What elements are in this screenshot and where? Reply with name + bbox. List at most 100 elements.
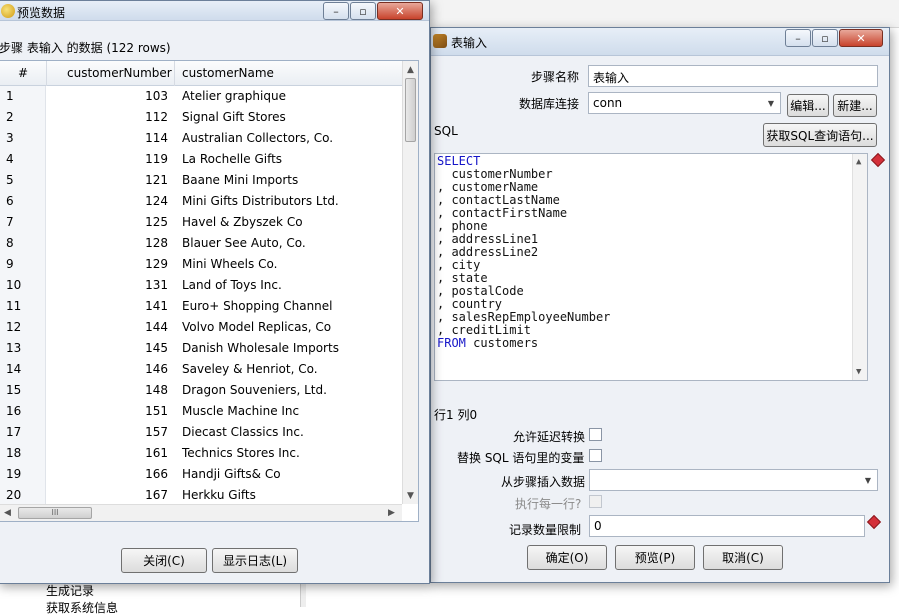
row-index-cell: 18 bbox=[6, 446, 22, 460]
customer-name-cell: Australian Collectors, Co. bbox=[182, 131, 334, 145]
preview-data-dialog: 预览数据 – ▫ ✕ 步骤 表输入 的数据 (122 rows) # custo… bbox=[0, 0, 430, 584]
customer-name-cell: Baane Mini Imports bbox=[182, 173, 299, 187]
row-index-cell: 3 bbox=[6, 131, 14, 145]
table-row[interactable]: 19 166 Handji Gifts& Co bbox=[0, 464, 402, 485]
tree-item-get-system-info[interactable]: 获取系统信息 bbox=[46, 599, 118, 616]
customer-number-cell: 167 bbox=[145, 488, 168, 502]
replace-variables-label: 替换 SQL 语句里的变量 bbox=[457, 451, 585, 465]
replace-variables-checkbox[interactable] bbox=[589, 449, 602, 462]
table-input-icon bbox=[433, 34, 447, 48]
table-row[interactable]: 20 167 Herkku Gifts bbox=[0, 485, 402, 506]
sql-editor[interactable]: SELECT customerNumber, customerName, con… bbox=[434, 153, 868, 381]
edit-connection-button[interactable]: 编辑... bbox=[787, 94, 829, 117]
table-row[interactable]: 9 129 Mini Wheels Co. bbox=[0, 254, 402, 275]
maximize-button[interactable]: ▫ bbox=[812, 29, 838, 47]
customer-name-cell: Saveley & Henriot, Co. bbox=[182, 362, 318, 376]
sql-text-fragment: , state bbox=[437, 271, 488, 285]
customer-number-cell: 146 bbox=[145, 362, 168, 376]
preview-data-grid[interactable]: # customerNumber customerName 1 103 Atelie… bbox=[0, 60, 419, 522]
cancel-button[interactable]: 取消(C) bbox=[703, 545, 783, 570]
table-row[interactable]: 4 119 La Rochelle Gifts bbox=[0, 149, 402, 170]
insert-from-step-select[interactable]: ▼ bbox=[589, 469, 878, 491]
customer-number-cell: 131 bbox=[145, 278, 168, 292]
sql-vertical-scrollbar[interactable]: ▲ ▼ bbox=[852, 154, 867, 380]
close-window-button[interactable]: ✕ bbox=[839, 29, 883, 47]
grid-horizontal-scrollbar[interactable]: ◀ III ▶ bbox=[0, 504, 402, 521]
table-row[interactable]: 1 103 Atelier graphique bbox=[0, 86, 402, 107]
row-index-cell: 16 bbox=[6, 404, 22, 418]
table-row[interactable]: 2 112 Signal Gift Stores bbox=[0, 107, 402, 128]
table-row[interactable]: 13 145 Danish Wholesale Imports bbox=[0, 338, 402, 359]
minimize-button[interactable]: – bbox=[785, 29, 811, 47]
step-name-input[interactable]: 表输入 bbox=[588, 65, 878, 87]
horizontal-scroll-thumb[interactable]: III bbox=[18, 507, 92, 519]
show-log-button[interactable]: 显示日志(L) bbox=[212, 548, 298, 573]
customer-name-cell: Technics Stores Inc. bbox=[182, 446, 300, 460]
customer-name-cell: Havel & Zbyszek Co bbox=[182, 215, 303, 229]
customer-name-cell: Land of Toys Inc. bbox=[182, 278, 282, 292]
row-index-cell: 17 bbox=[6, 425, 22, 439]
limit-input[interactable]: 0 bbox=[589, 515, 865, 537]
db-connection-label: 数据库连接 bbox=[519, 97, 580, 111]
background-step-tree: 生成记录 获取系统信息 bbox=[0, 580, 300, 615]
table-input-titlebar[interactable]: 表输入 – ▫ ✕ bbox=[431, 28, 889, 56]
db-connection-value: conn bbox=[593, 96, 623, 110]
sql-variable-marker-icon bbox=[870, 152, 886, 168]
table-row[interactable]: 10 131 Land of Toys Inc. bbox=[0, 275, 402, 296]
execute-each-row-label: 执行每一行? bbox=[515, 497, 582, 511]
table-row[interactable]: 17 157 Diecast Classics Inc. bbox=[0, 422, 402, 443]
get-sql-button[interactable]: 获取SQL查询语句... bbox=[763, 123, 877, 147]
grid-rows: 1 103 Atelier graphique 2 112 Signal Gift Sto… bbox=[0, 86, 402, 506]
scroll-left-icon: ◀ bbox=[4, 508, 11, 518]
close-button[interactable]: 关闭(C) bbox=[121, 548, 207, 573]
column-separator bbox=[174, 61, 175, 86]
column-header-customer-name[interactable]: customerName bbox=[182, 66, 274, 80]
sql-text-fragment: , contactLastName bbox=[437, 193, 560, 207]
table-row[interactable]: 7 125 Havel & Zbyszek Co bbox=[0, 212, 402, 233]
grid-header: # customerNumber customerName bbox=[0, 61, 402, 86]
maximize-button[interactable]: ▫ bbox=[350, 2, 376, 20]
table-row[interactable]: 18 161 Technics Stores Inc. bbox=[0, 443, 402, 464]
preview-icon bbox=[1, 4, 15, 18]
preview-heading: 步骤 表输入 的数据 (122 rows) bbox=[0, 41, 171, 55]
table-row[interactable]: 15 148 Dragon Souveniers, Ltd. bbox=[0, 380, 402, 401]
table-row[interactable]: 5 121 Baane Mini Imports bbox=[0, 170, 402, 191]
tree-item-generate-rows[interactable]: 生成记录 bbox=[46, 582, 94, 599]
table-row[interactable]: 8 128 Blauer See Auto, Co. bbox=[0, 233, 402, 254]
table-row[interactable]: 6 124 Mini Gifts Distributors Ltd. bbox=[0, 191, 402, 212]
db-connection-select[interactable]: conn ▼ bbox=[588, 92, 781, 114]
table-row[interactable]: 11 141 Euro+ Shopping Channel bbox=[0, 296, 402, 317]
scroll-down-icon: ▼ bbox=[407, 491, 414, 501]
sql-keyword: SELECT bbox=[437, 154, 481, 168]
execute-each-row-checkbox[interactable] bbox=[589, 495, 602, 508]
chevron-down-icon: ▼ bbox=[864, 475, 872, 485]
close-window-button[interactable]: ✕ bbox=[377, 2, 423, 20]
cursor-position: 行1 列0 bbox=[434, 408, 478, 422]
customer-number-cell: 125 bbox=[145, 215, 168, 229]
maximize-icon: ▫ bbox=[821, 31, 829, 45]
column-header-customer-number[interactable]: customerNumber bbox=[67, 66, 172, 80]
vertical-scroll-thumb[interactable] bbox=[405, 78, 416, 142]
preview-button[interactable]: 预览(P) bbox=[615, 545, 695, 570]
table-row[interactable]: 16 151 Muscle Machine Inc bbox=[0, 401, 402, 422]
customer-name-cell: Signal Gift Stores bbox=[182, 110, 286, 124]
ok-button[interactable]: 确定(O) bbox=[527, 545, 607, 570]
customer-number-cell: 103 bbox=[145, 89, 168, 103]
table-row[interactable]: 12 144 Volvo Model Replicas, Co bbox=[0, 317, 402, 338]
table-row[interactable]: 3 114 Australian Collectors, Co. bbox=[0, 128, 402, 149]
row-index-cell: 13 bbox=[6, 341, 22, 355]
lazy-conversion-checkbox[interactable] bbox=[589, 428, 602, 441]
row-index-cell: 8 bbox=[6, 236, 14, 250]
new-connection-button[interactable]: 新建... bbox=[833, 94, 877, 117]
table-input-title: 表输入 bbox=[451, 36, 488, 50]
customer-number-cell: 166 bbox=[145, 467, 168, 481]
column-header-index[interactable]: # bbox=[18, 66, 28, 80]
minimize-button[interactable]: – bbox=[323, 2, 349, 20]
preview-titlebar[interactable]: 预览数据 – ▫ ✕ bbox=[0, 1, 429, 21]
table-row[interactable]: 14 146 Saveley & Henriot, Co. bbox=[0, 359, 402, 380]
row-index-cell: 10 bbox=[6, 278, 22, 292]
customer-name-cell: Herkku Gifts bbox=[182, 488, 256, 502]
grid-vertical-scrollbar[interactable]: ▲ ▼ bbox=[402, 61, 418, 504]
sql-text-fragment: , country bbox=[437, 297, 503, 311]
sql-text-fragment: , addressLine2 bbox=[437, 245, 539, 259]
